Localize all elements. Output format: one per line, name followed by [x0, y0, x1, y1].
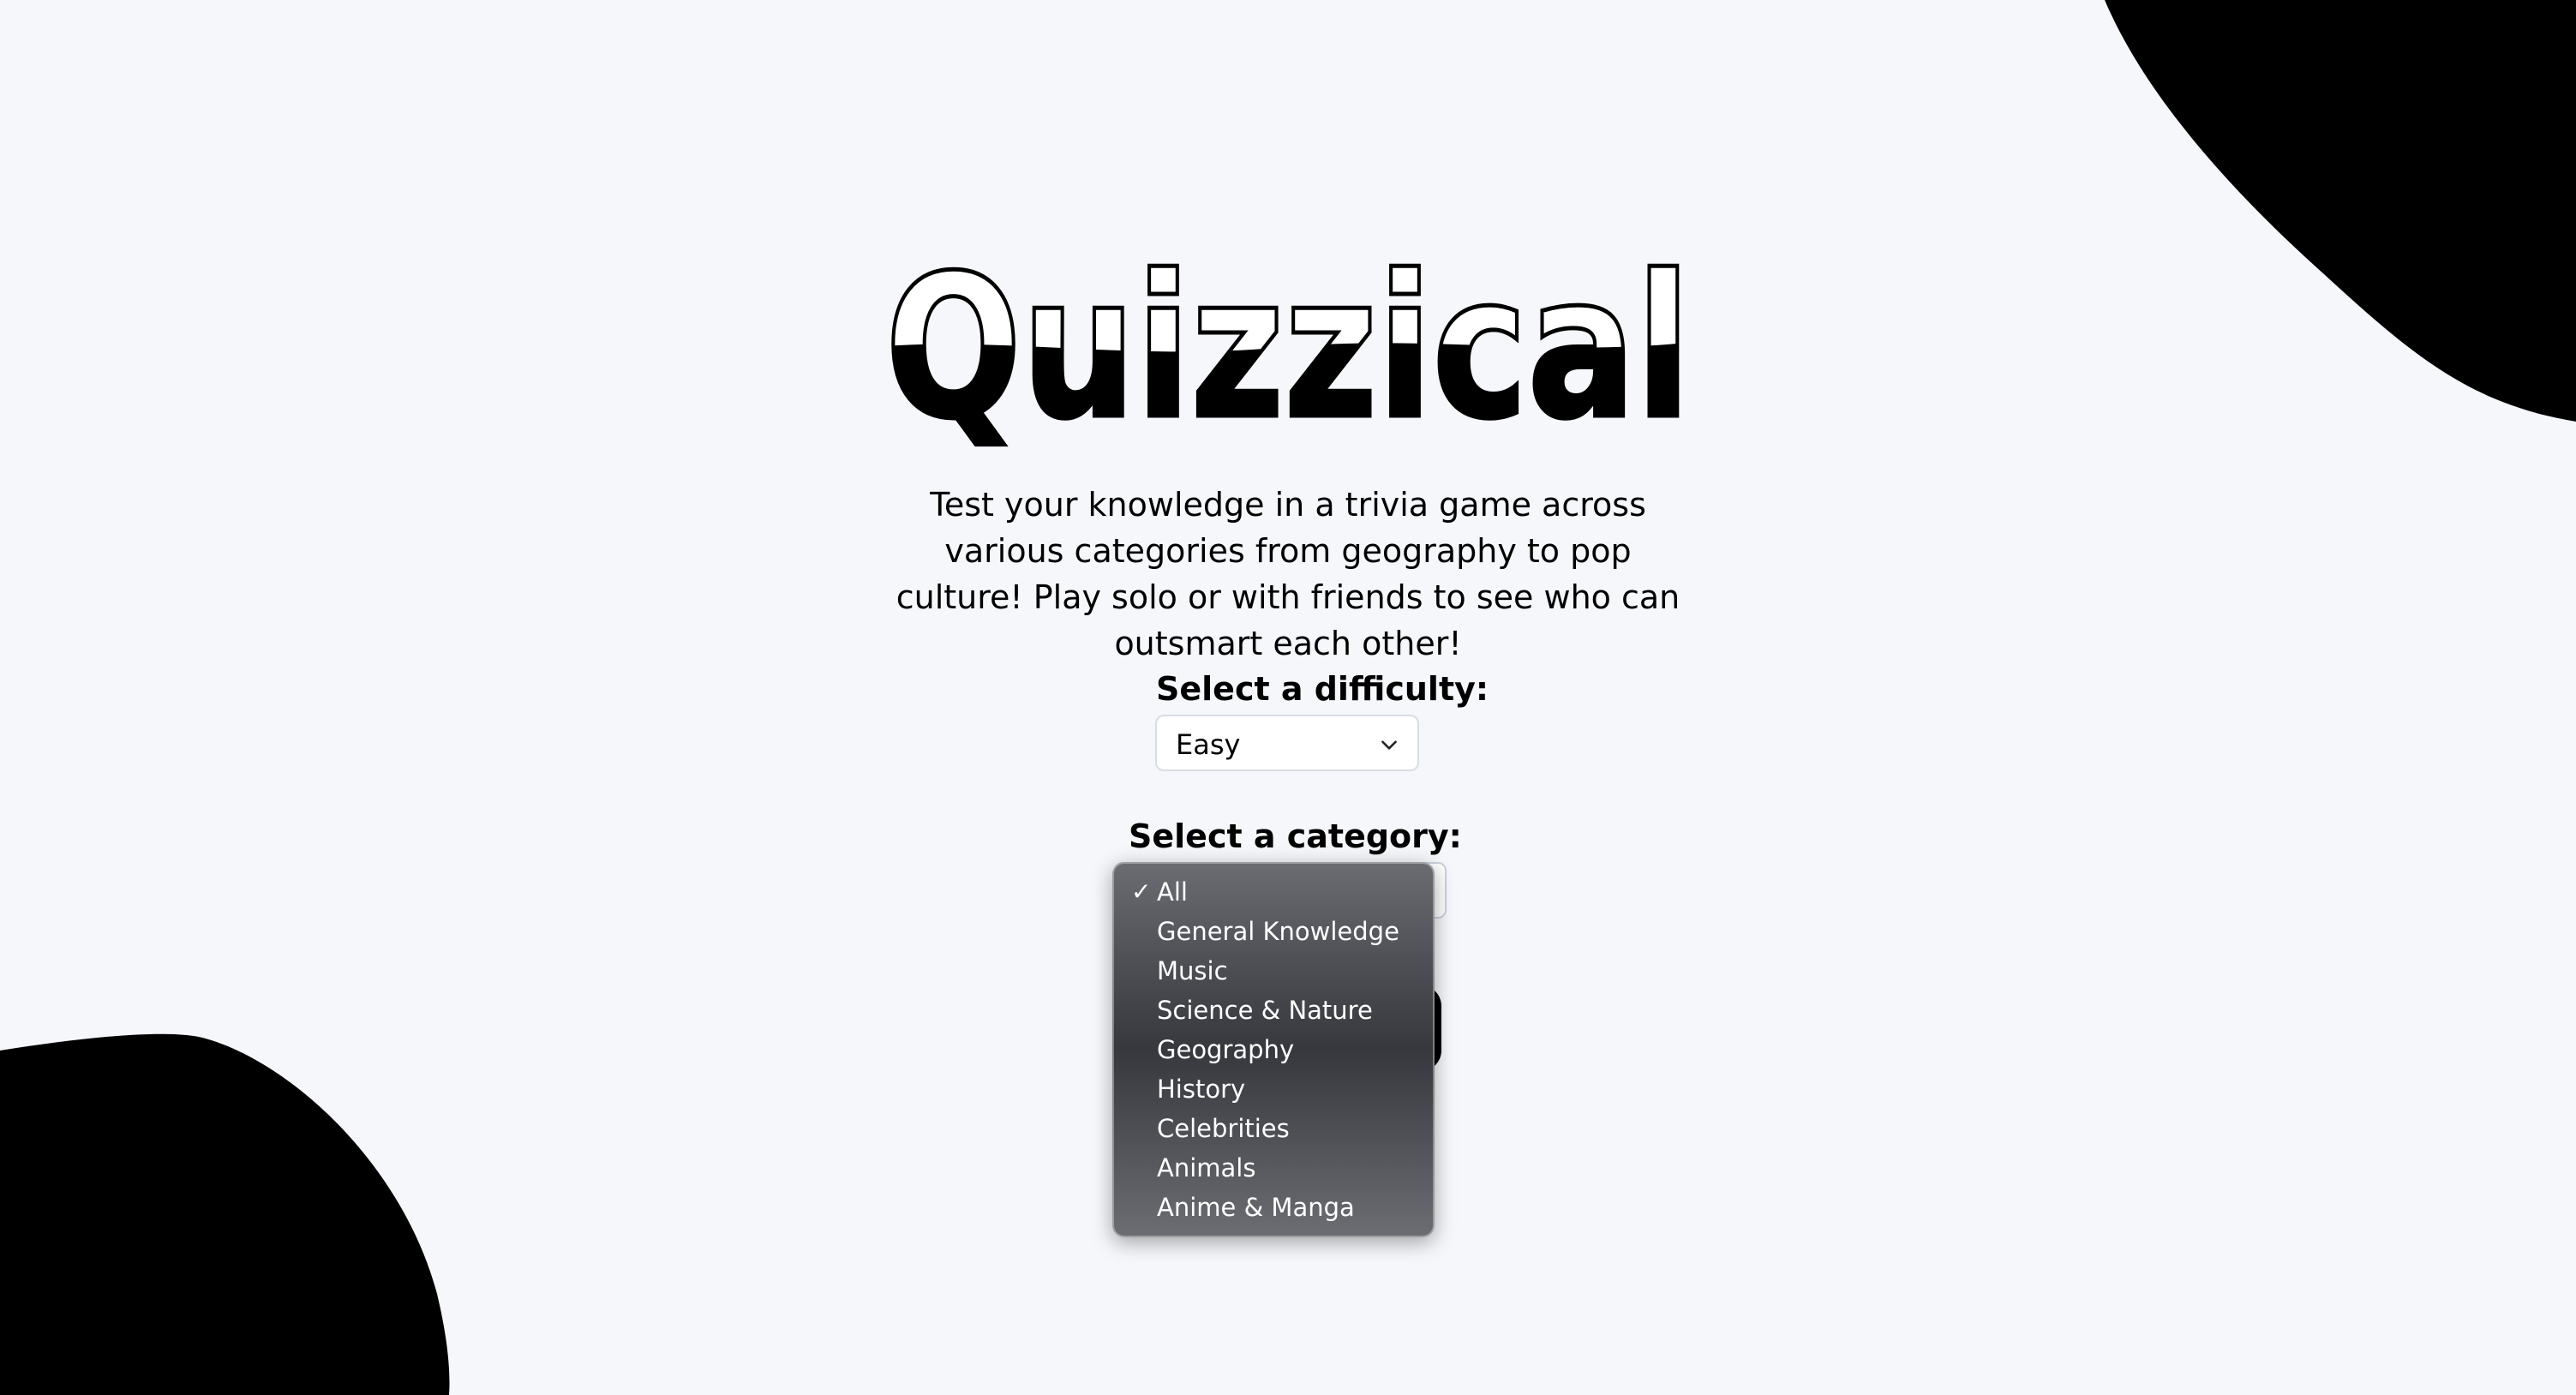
category-option-label: Geography [1157, 1035, 1295, 1064]
tagline: Test your knowledge in a trivia game acr… [896, 486, 1680, 662]
checkmark-icon: ✓ [1131, 877, 1152, 906]
category-dropdown-menu: ✓ All General Knowledge Music Science & … [1112, 862, 1435, 1237]
main-content: Quizzical Quizzical Test your knowledge … [0, 0, 2576, 1395]
chevron-down-icon [1381, 740, 1397, 750]
app-title-logo: Quizzical Quizzical [884, 248, 1693, 454]
category-option-animals[interactable]: Animals [1114, 1148, 1433, 1188]
category-option-history[interactable]: History [1114, 1069, 1433, 1109]
category-option-label: Music [1157, 956, 1228, 985]
difficulty-selected-value: Easy [1176, 728, 1241, 761]
category-option-label: General Knowledge [1157, 917, 1399, 946]
category-option-label: Anime & Manga [1157, 1193, 1355, 1222]
category-option-label: All [1157, 877, 1188, 907]
difficulty-select[interactable]: Easy [1155, 715, 1419, 771]
category-option-geography[interactable]: Geography [1114, 1030, 1433, 1069]
category-option-label: Science & Nature [1157, 996, 1373, 1025]
category-option-celebrities[interactable]: Celebrities [1114, 1109, 1433, 1148]
category-option-label: History [1157, 1075, 1246, 1104]
category-option-anime-manga[interactable]: Anime & Manga [1114, 1188, 1433, 1227]
category-option-label: Celebrities [1157, 1114, 1290, 1143]
category-label: Select a category: [1129, 817, 1462, 855]
category-option-music[interactable]: Music [1114, 951, 1433, 991]
app-title: Quizzical Quizzical [874, 248, 1702, 454]
difficulty-label: Select a difficulty: [1156, 670, 1489, 708]
category-option-general-knowledge[interactable]: General Knowledge [1114, 912, 1433, 951]
category-option-science-nature[interactable]: Science & Nature [1114, 991, 1433, 1030]
category-option-label: Animals [1157, 1153, 1256, 1182]
category-option-all[interactable]: ✓ All [1114, 872, 1433, 912]
